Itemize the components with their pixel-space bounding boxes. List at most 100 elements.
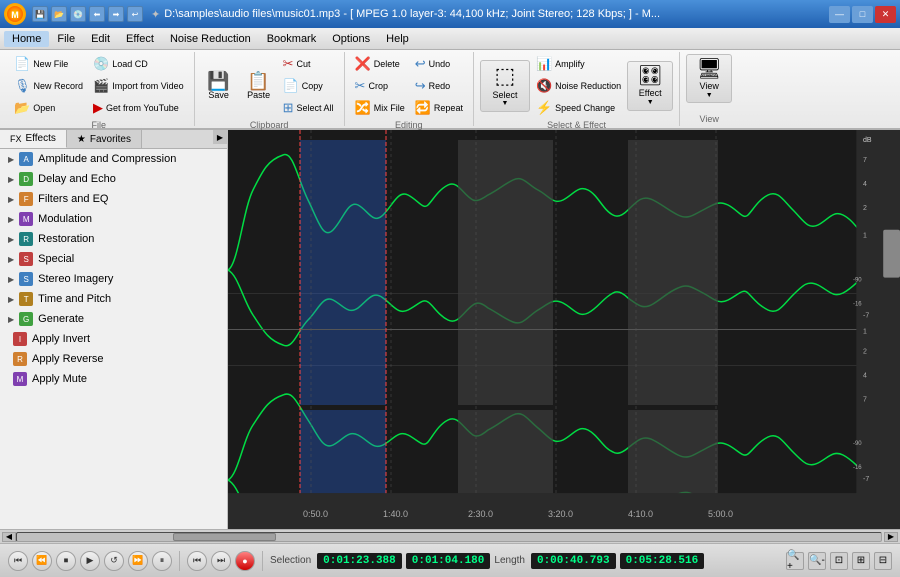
select-all-icon: ⊞	[283, 100, 294, 116]
scroll-left-button[interactable]: ◀	[2, 532, 16, 542]
main-content: FX Effects ★ Favorites ▶ ▶ A Amplitude a…	[0, 130, 900, 529]
zoom-selection-button[interactable]: ⊞	[852, 552, 870, 570]
svg-text:1: 1	[863, 328, 867, 335]
cut-button[interactable]: ✂ Cut	[279, 54, 338, 74]
sidebar-item-delay[interactable]: ▶ D Delay and Echo	[0, 169, 227, 189]
sidebar-item-special[interactable]: ▶ S Special	[0, 249, 227, 269]
youtube-button[interactable]: ▶ Get from YouTube	[89, 98, 188, 118]
menu-home[interactable]: Home	[4, 31, 49, 47]
scroll-thumb[interactable]	[173, 533, 277, 541]
select-all-button[interactable]: ⊞ Select All	[279, 98, 338, 118]
sidebar-collapse-button[interactable]: ▶	[213, 130, 227, 144]
length-field: 0:00:40.793	[531, 553, 616, 569]
tb-icon-1[interactable]: 💾	[32, 6, 48, 22]
speed-change-button[interactable]: ⚡ Speed Change	[532, 98, 625, 118]
menu-bookmark[interactable]: Bookmark	[259, 31, 325, 47]
title-bar: M 💾 📂 💿 ⬅ ➡ ↩ ✦ D:\samples\audio files\m…	[0, 0, 900, 28]
zoom-fit-button[interactable]: ⊡	[830, 552, 848, 570]
tb-icon-3[interactable]: 💿	[70, 6, 86, 22]
sidebar-item-restoration[interactable]: ▶ R Restoration	[0, 229, 227, 249]
skip-start-button[interactable]: ⏮	[8, 551, 28, 571]
ribbon-group-view: 🖥 View ▼ View	[680, 52, 738, 126]
scroll-right-button[interactable]: ▶	[884, 532, 898, 542]
menu-edit[interactable]: Edit	[83, 31, 118, 47]
window-controls: — □ ✕	[829, 6, 896, 23]
zoom-in-button[interactable]: 🔍+	[786, 552, 804, 570]
sidebar-item-apply-mute[interactable]: M Apply Mute	[0, 369, 227, 389]
record-button[interactable]: ●	[235, 551, 255, 571]
crop-button[interactable]: ✂ Crop	[351, 76, 409, 96]
pause-button[interactable]: ⏸	[152, 551, 172, 571]
sidebar-item-amplitude[interactable]: ▶ A Amplitude and Compression	[0, 149, 227, 169]
open-button[interactable]: 📂 Open	[10, 98, 87, 118]
redo-button[interactable]: ↪ Redo	[411, 76, 467, 96]
file-group-label: File	[92, 120, 107, 130]
close-button[interactable]: ✕	[875, 6, 896, 23]
view-group-content: 🖥 View ▼	[686, 54, 732, 112]
svg-text:-7: -7	[863, 313, 869, 320]
tb-icon-4[interactable]: ⬅	[89, 6, 105, 22]
tab-effects[interactable]: FX Effects	[0, 130, 67, 148]
repeat-button[interactable]: 🔁 Repeat	[411, 98, 467, 118]
view-button[interactable]: 🖥 View ▼	[686, 54, 732, 103]
import-video-icon: 🎬	[93, 78, 109, 94]
sidebar-item-stereo[interactable]: ▶ S Stereo Imagery	[0, 269, 227, 289]
forward-button[interactable]: ⏩	[128, 551, 148, 571]
tab-favorites[interactable]: ★ Favorites	[67, 130, 142, 148]
amplify-icon: 📊	[536, 56, 552, 72]
menu-file[interactable]: File	[49, 31, 83, 47]
rewind-button[interactable]: ↺	[104, 551, 124, 571]
scroll-area: ◀ ▶	[0, 529, 900, 543]
menu-effect[interactable]: Effect	[118, 31, 162, 47]
undo-icon: ↩	[415, 56, 426, 72]
sidebar-item-generate[interactable]: ▶ G Generate	[0, 309, 227, 329]
redo-icon: ↪	[415, 78, 426, 94]
noise-reduction-button[interactable]: 🔇 Noise Reduction	[532, 76, 625, 96]
waveform-svg: 0:50.0 1:40.0 2:30.0 3:20.0 4:10.0 5:00.…	[228, 130, 900, 529]
menu-help[interactable]: Help	[378, 31, 417, 47]
import-video-button[interactable]: 🎬 Import from Video	[89, 76, 188, 96]
new-file-button[interactable]: 📄 New File	[10, 54, 87, 74]
copy-button[interactable]: 📄 Copy	[279, 76, 338, 96]
delay-icon: D	[19, 172, 33, 186]
effect-button[interactable]: 🎛 Effect ▼	[627, 61, 673, 110]
tb-icon-5[interactable]: ➡	[108, 6, 124, 22]
menu-noise-reduction[interactable]: Noise Reduction	[162, 31, 259, 47]
mix-file-icon: 🔀	[355, 100, 371, 116]
zoom-reset-button[interactable]: ⊟	[874, 552, 892, 570]
selection-start-field: 0:01:23.388	[317, 553, 402, 569]
next-track-button[interactable]: ⏭	[211, 551, 231, 571]
svg-text:M: M	[11, 10, 19, 20]
apply-mute-icon: M	[13, 372, 27, 386]
undo-button[interactable]: ↩ Undo	[411, 54, 467, 74]
amplify-button[interactable]: 📊 Amplify	[532, 54, 625, 74]
prev-button[interactable]: ⏪	[32, 551, 52, 571]
stop-button[interactable]: ⏹	[56, 551, 76, 571]
new-record-button[interactable]: 🎙 New Record	[10, 76, 87, 96]
play-button[interactable]: ▶	[80, 551, 100, 571]
scroll-track[interactable]	[16, 532, 882, 542]
tb-icon-6[interactable]: ↩	[127, 6, 143, 22]
mix-file-button[interactable]: 🔀 Mix File	[351, 98, 409, 118]
sidebar-item-filters[interactable]: ▶ F Filters and EQ	[0, 189, 227, 209]
modulation-icon: M	[19, 212, 33, 226]
sidebar-item-modulation[interactable]: ▶ M Modulation	[0, 209, 227, 229]
noise-reduction-icon: 🔇	[536, 78, 552, 94]
sidebar-item-time-pitch[interactable]: ▶ T Time and Pitch	[0, 289, 227, 309]
minimize-button[interactable]: —	[829, 6, 850, 23]
copy-icon: 📄	[283, 78, 299, 94]
tb-icon-2[interactable]: 📂	[51, 6, 67, 22]
paste-button[interactable]: 📋 Paste	[241, 70, 277, 103]
sidebar-item-apply-reverse[interactable]: R Apply Reverse	[0, 349, 227, 369]
prev-track-button[interactable]: ⏮	[187, 551, 207, 571]
load-cd-button[interactable]: 💿 Load CD	[89, 54, 188, 74]
maximize-button[interactable]: □	[852, 6, 873, 23]
zoom-out-button[interactable]: 🔍-	[808, 552, 826, 570]
sidebar-item-apply-invert[interactable]: I Apply Invert	[0, 329, 227, 349]
waveform-container[interactable]: 0:50.0 1:40.0 2:30.0 3:20.0 4:10.0 5:00.…	[228, 130, 900, 529]
menu-options[interactable]: Options	[324, 31, 378, 47]
save-button[interactable]: 💾 Save	[201, 70, 237, 103]
select-effect-group-content: ⬚ Select ▼ 📊 Amplify 🔇 Noise Reduction ⚡…	[480, 54, 673, 118]
delete-button[interactable]: ❌ Delete	[351, 54, 409, 74]
select-button[interactable]: ⬚ Select ▼	[480, 60, 530, 112]
